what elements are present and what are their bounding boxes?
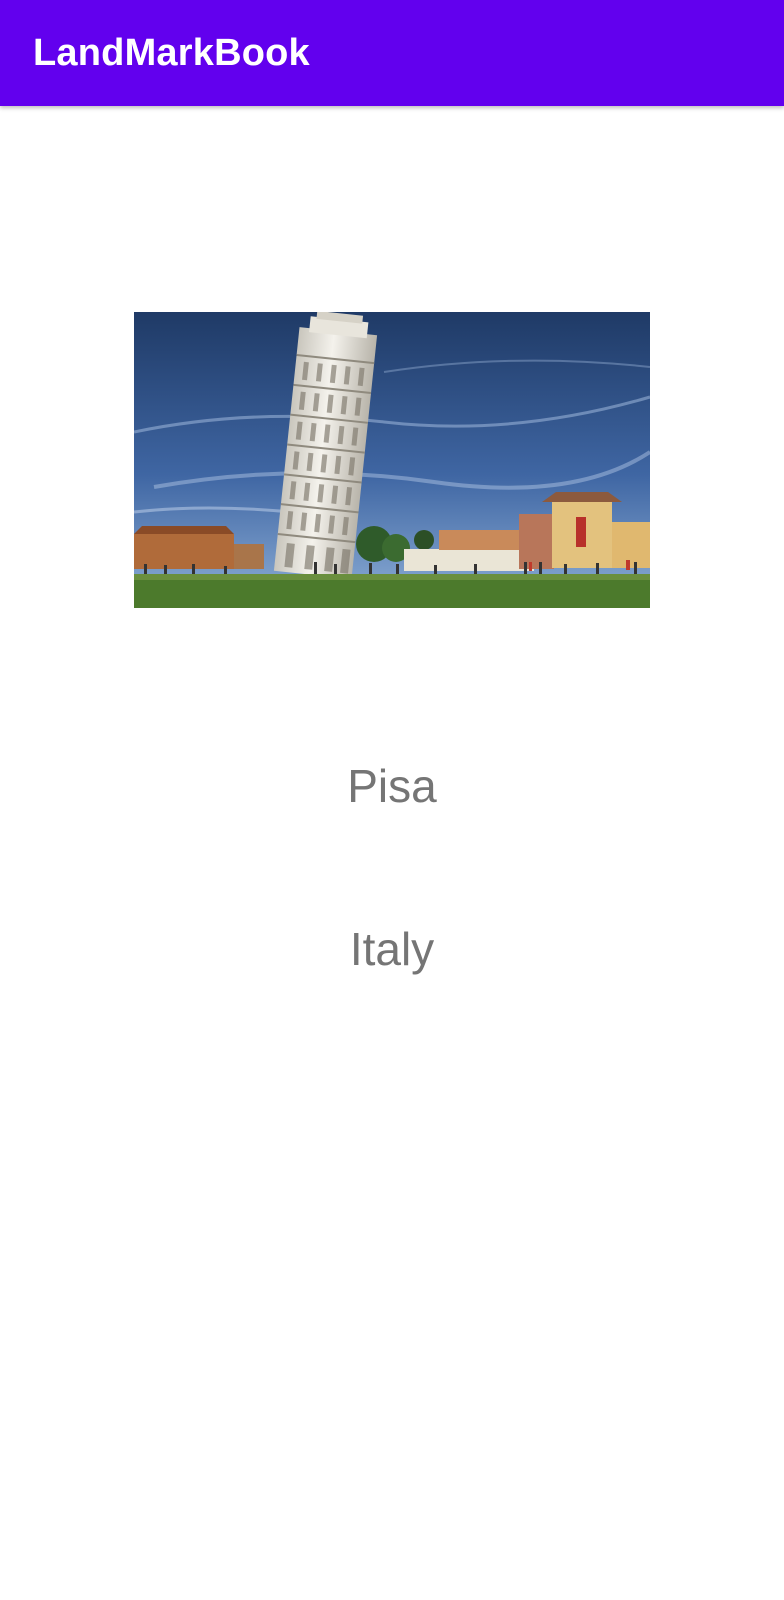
landmark-name: Pisa [347,760,437,812]
landmark-detail: Pisa Italy [0,106,784,1600]
app-bar: LandMarkBook [0,0,784,106]
app-title: LandMarkBook [33,32,310,74]
landmark-country: Italy [349,923,435,975]
landmark-image [134,312,650,608]
